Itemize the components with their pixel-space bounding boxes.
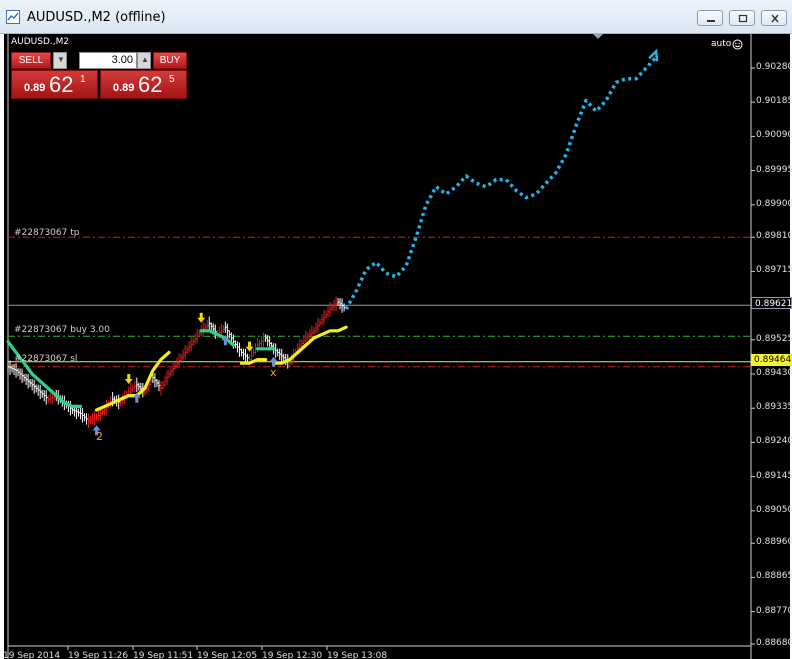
shift-marker-icon[interactable] [593,34,603,40]
current-price-tag: 0.89621 [751,297,792,309]
yellow-ma-line [94,350,171,412]
price-axis-label: 0.88960 [756,537,792,548]
price-axis-label: 0.88680 [756,638,792,648]
signal-down-arrow [245,341,254,352]
window-title: AUDUSD.,M2 (offline) [27,10,166,25]
minimize-icon [707,20,715,22]
chart-area[interactable] [4,34,790,659]
chart-app-icon [6,10,20,24]
buy-price-pip: 5 [169,74,175,85]
time-axis-label: 19 Sep 11:26 [68,651,129,659]
window-titlebar[interactable]: AUDUSD.,M2 (offline) [0,0,792,34]
volume-input[interactable]: 3.00 [79,52,137,69]
signal-down-arrow [197,312,206,323]
time-axis-label: 19 Sep 12:05 [197,651,258,659]
buy-price-prefix: 0.89 [113,82,135,94]
price-axis-label: 0.89715 [756,265,792,276]
chevron-up-icon: ▲ [141,55,149,64]
sell-price-prefix: 0.89 [24,82,46,94]
yellow-line-price-tag: 0.89464 [751,354,792,366]
price-axis-label: 0.90090 [756,130,792,141]
marker-two: 2 [96,430,103,443]
price-axis-label: 0.88865 [756,571,792,582]
price-chart[interactable] [4,34,790,659]
time-axis-label: 19 Sep 12:30 [262,651,323,659]
smiley-icon [732,39,743,50]
close-button[interactable] [761,10,787,26]
price-axis-label: 0.89900 [756,198,792,209]
restore-button[interactable] [729,10,755,26]
sell-price-pip: 1 [80,74,86,85]
price-axis-label: 0.88770 [756,605,792,616]
price-axis-label: 0.89145 [756,470,792,481]
sell-price-main: 62 [49,72,74,97]
price-axis-label: 0.89430 [756,368,792,378]
minimize-button[interactable] [697,10,723,26]
close-icon [771,14,779,23]
signal-down-arrow [124,374,133,384]
symbol-label: AUDUSD.,M2 [11,37,70,47]
price-axis-label: 0.89240 [756,436,792,447]
marker-x: x [270,366,277,379]
volume-increase-button[interactable]: ▲ [137,52,151,69]
buy-price-main: 62 [138,72,163,97]
chevron-down-icon: ▼ [57,55,65,64]
price-axis-label: 0.89810 [756,231,792,242]
price-axis-label: 0.89050 [756,504,792,515]
buy-button[interactable]: BUY [153,52,187,69]
time-axis-label: 19 Sep 13:08 [327,651,388,659]
buy-price-box[interactable]: 0.89 62 5 [100,70,187,99]
buy-level-label: #22873067 buy 3.00 [14,325,110,335]
price-axis-label: 0.89335 [756,402,792,413]
time-axis-label: 19 Sep 11:51 [133,651,194,659]
sell-button[interactable]: SELL [11,52,51,69]
time-axis-label: 19 Sep 2014 [3,651,61,659]
price-axis-label: 0.90185 [756,96,792,107]
price-axis-label: 0.89525 [756,333,792,344]
restore-icon [738,14,748,23]
forecast-line [344,56,658,311]
auto-label: auto [711,39,732,49]
tp-level-label: #22873067 tp [14,228,80,238]
sell-price-box[interactable]: 0.89 62 1 [11,70,98,99]
price-axis-label: 0.90280 [756,62,792,72]
one-click-trading-panel: SELL ▼ 3.00 ▲ BUY 0.89 62 1 0.89 62 5 [11,52,187,99]
sl-level-label: #22873067 sl [14,354,78,364]
volume-decrease-button[interactable]: ▼ [53,52,67,69]
price-axis-label: 0.89995 [756,164,792,175]
